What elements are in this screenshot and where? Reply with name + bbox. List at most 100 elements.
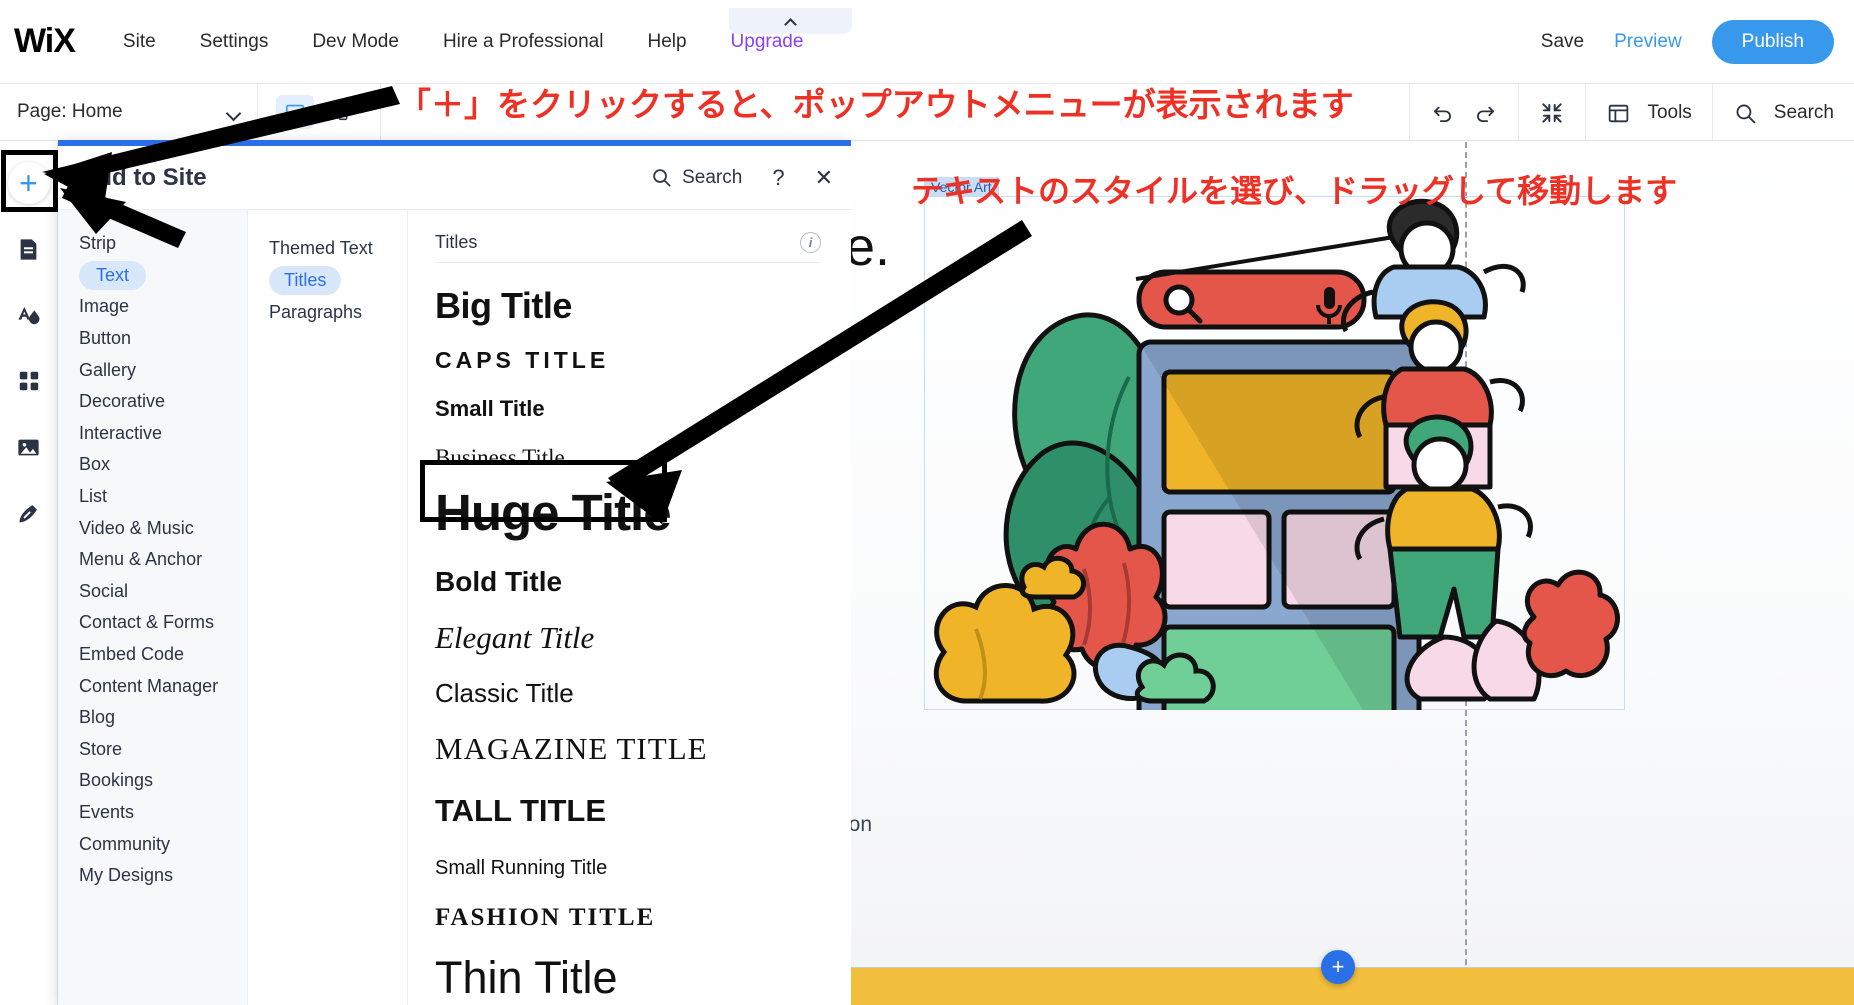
add-section-button[interactable]: + xyxy=(1321,950,1355,984)
title-option-huge-title[interactable]: Huge Title xyxy=(435,483,821,542)
category-label: Embed Code xyxy=(79,644,184,664)
sidebar-item-site-pages[interactable] xyxy=(0,216,58,282)
undo-icon[interactable] xyxy=(1430,100,1456,126)
title-option-fashion-title[interactable]: FASHION TITLE xyxy=(435,904,821,932)
category-label: Strip xyxy=(79,233,116,253)
category-store[interactable]: Store xyxy=(58,734,247,766)
category-video-music[interactable]: Video & Music xyxy=(58,512,247,544)
title-option-thin-title[interactable]: Thin Title xyxy=(435,952,821,1004)
editor-canvas[interactable]: e. ion Vector Art xyxy=(851,142,1854,1005)
sidebar-item-add-elements[interactable]: + xyxy=(0,150,58,216)
panel-search-button[interactable]: Search xyxy=(650,166,742,189)
tools-icon xyxy=(1606,101,1631,126)
subcategory-paragraphs[interactable]: Paragraphs xyxy=(248,296,407,328)
category-text[interactable]: Text xyxy=(58,260,247,292)
category-gallery[interactable]: Gallery xyxy=(58,354,247,386)
category-community[interactable]: Community xyxy=(58,828,247,860)
category-blog[interactable]: Blog xyxy=(58,702,247,734)
items-header-label: Titles xyxy=(435,232,477,253)
title-option-business-title[interactable]: Business Title xyxy=(435,445,821,471)
menu-item-dev-mode[interactable]: Dev Mode xyxy=(312,31,399,53)
title-option-small-running-title[interactable]: Small Running Title xyxy=(435,857,821,880)
title-option-small-title[interactable]: Small Title xyxy=(435,396,821,422)
subcategory-themed-text[interactable]: Themed Text xyxy=(248,232,407,264)
preview-button[interactable]: Preview xyxy=(1614,31,1682,53)
sidebar-item-site-design[interactable] xyxy=(0,282,58,348)
plus-icon: + xyxy=(8,162,50,204)
category-my-designs[interactable]: My Designs xyxy=(58,860,247,892)
mobile-view-button[interactable] xyxy=(324,95,362,129)
info-icon[interactable]: i xyxy=(800,232,821,253)
vector-art-illustration[interactable] xyxy=(924,197,1624,710)
category-strip[interactable]: Strip xyxy=(58,228,247,260)
category-label: Text xyxy=(96,265,129,285)
add-to-site-panel: Add to Site Search ? ✕ Strip Text Image xyxy=(58,140,851,1005)
menu-item-site[interactable]: Site xyxy=(123,31,156,53)
mobile-icon xyxy=(332,101,354,123)
category-image[interactable]: Image xyxy=(58,291,247,323)
items-header: Titles i xyxy=(435,232,821,263)
panel-title: Add to Site xyxy=(80,164,207,192)
category-label: Store xyxy=(79,739,122,759)
category-label: Social xyxy=(79,581,128,601)
save-button[interactable]: Save xyxy=(1541,31,1584,53)
category-label: Contact & Forms xyxy=(79,612,214,632)
zoom-out-button[interactable] xyxy=(1518,84,1585,142)
view-mode-group xyxy=(258,83,381,141)
sidebar-item-blog[interactable] xyxy=(0,480,58,546)
panel-search-label: Search xyxy=(682,167,742,189)
category-events[interactable]: Events xyxy=(58,797,247,829)
subcategory-label: Themed Text xyxy=(269,238,373,258)
category-bookings[interactable]: Bookings xyxy=(58,765,247,797)
category-interactive[interactable]: Interactive xyxy=(58,418,247,450)
publish-button[interactable]: Publish xyxy=(1712,20,1834,64)
category-social[interactable]: Social xyxy=(58,576,247,608)
category-button[interactable]: Button xyxy=(58,323,247,355)
desktop-icon xyxy=(284,101,306,123)
title-option-bold-title[interactable]: Bold Title xyxy=(435,566,821,598)
title-option-big-title[interactable]: Big Title xyxy=(435,285,821,327)
search-button[interactable]: Search xyxy=(1712,84,1854,142)
left-icon-rail: + xyxy=(0,142,58,1005)
wix-logo[interactable]: WiX xyxy=(14,22,75,61)
category-list: Strip Text Image Button Gallery Decorati… xyxy=(58,210,248,1005)
redo-icon[interactable] xyxy=(1472,100,1498,126)
category-decorative[interactable]: Decorative xyxy=(58,386,247,418)
menu-item-help[interactable]: Help xyxy=(647,31,686,53)
theme-icon xyxy=(15,301,43,329)
help-icon[interactable]: ? xyxy=(772,165,784,191)
sidebar-item-app-market[interactable] xyxy=(0,348,58,414)
collapsed-toolbar-tab[interactable] xyxy=(729,8,852,34)
history-group xyxy=(1409,84,1518,142)
menu-item-settings[interactable]: Settings xyxy=(200,31,269,53)
title-option-classic-title[interactable]: Classic Title xyxy=(435,678,821,709)
category-label: Community xyxy=(79,834,170,854)
sidebar-item-my-media[interactable] xyxy=(0,414,58,480)
category-embed-code[interactable]: Embed Code xyxy=(58,639,247,671)
close-icon[interactable]: ✕ xyxy=(815,165,833,191)
title-option-magazine-title[interactable]: MAGAZINE TITLE xyxy=(435,731,821,767)
chevron-up-icon xyxy=(785,18,796,25)
desktop-view-button[interactable] xyxy=(276,95,314,129)
title-option-caps-title[interactable]: CAPS TITLE xyxy=(435,347,821,374)
subcategory-label: Titles xyxy=(284,270,326,290)
category-label: Events xyxy=(79,802,134,822)
title-option-elegant-title[interactable]: Elegant Title xyxy=(435,620,821,656)
top-actions: Save Preview Publish xyxy=(1541,0,1834,83)
category-contact-forms[interactable]: Contact & Forms xyxy=(58,607,247,639)
apps-icon xyxy=(16,368,42,394)
category-list-elements[interactable]: List xyxy=(58,481,247,513)
tools-button[interactable]: Tools xyxy=(1585,84,1711,142)
category-menu-anchor[interactable]: Menu & Anchor xyxy=(58,544,247,576)
title-option-tall-title[interactable]: TALL TITLE xyxy=(435,793,821,829)
menu-item-hire-a-professional[interactable]: Hire a Professional xyxy=(443,31,604,53)
subcategory-titles[interactable]: Titles xyxy=(248,264,407,296)
annotation-add-button-note: 「＋」をクリックすると、ポップアウトメニューが表示されます xyxy=(398,78,1354,126)
category-box[interactable]: Box xyxy=(58,449,247,481)
titles-item-list: Titles i Big Title CAPS TITLE Small Titl… xyxy=(408,210,851,1005)
page-selector[interactable]: Page: Home xyxy=(0,83,258,141)
category-content-manager[interactable]: Content Manager xyxy=(58,670,247,702)
plus-glyph: + xyxy=(19,169,38,197)
page-selector-label: Page: Home xyxy=(17,101,123,123)
category-label: List xyxy=(79,486,107,506)
